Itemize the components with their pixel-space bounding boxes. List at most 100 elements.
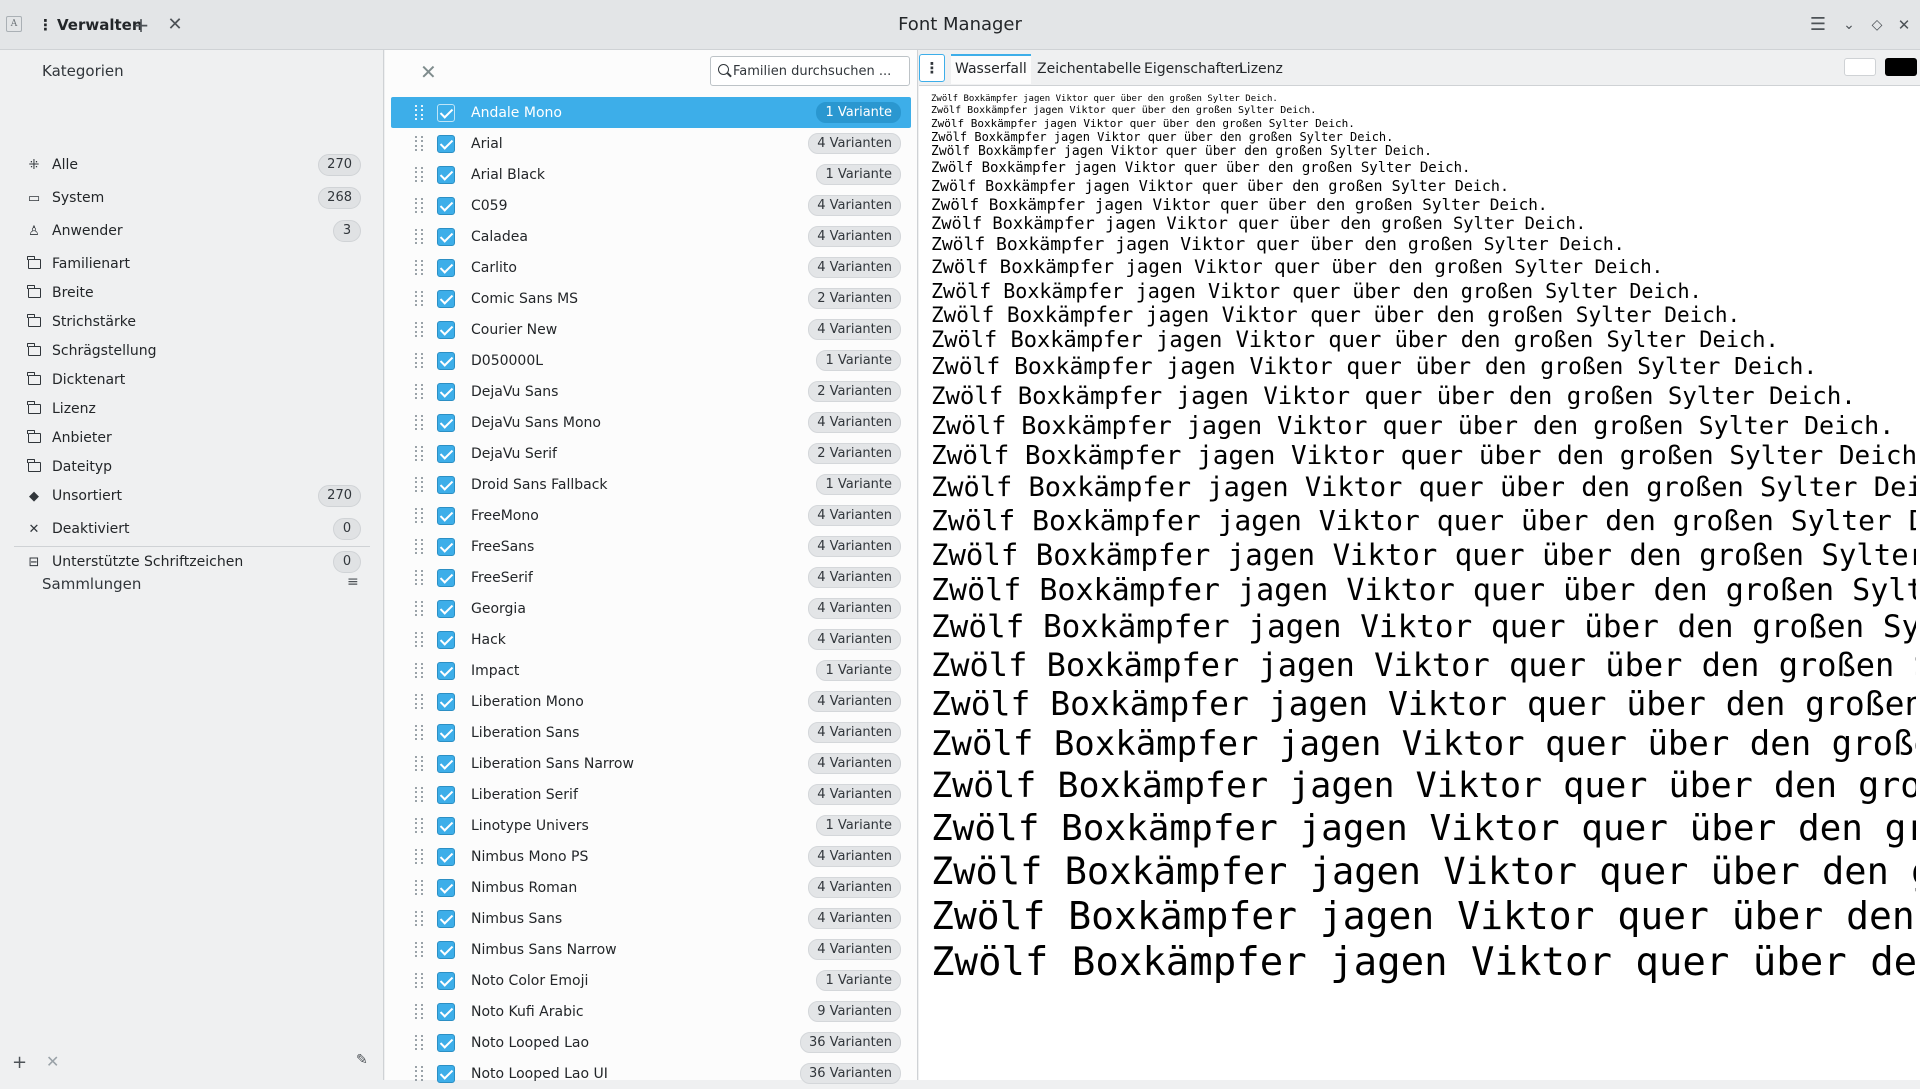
font-family-row[interactable]: Carlito 4 Varianten [391, 252, 911, 283]
font-family-row[interactable]: FreeMono 4 Varianten [391, 500, 911, 531]
maximize-icon[interactable]: ◇ [1864, 12, 1890, 38]
font-family-row[interactable]: DejaVu Sans Mono 4 Varianten [391, 407, 911, 438]
foreground-color-swatch[interactable] [1885, 58, 1917, 76]
background-color-swatch[interactable] [1844, 58, 1876, 76]
font-family-row[interactable]: Hack 4 Varianten [391, 624, 911, 655]
font-family-row[interactable]: Noto Looped Lao UI 36 Varianten [391, 1058, 911, 1089]
drag-handle-icon[interactable] [415, 1034, 423, 1051]
font-enabled-checkbox[interactable] [437, 537, 455, 556]
font-enabled-checkbox[interactable] [437, 816, 455, 835]
font-enabled-checkbox[interactable] [437, 196, 455, 215]
drag-handle-icon[interactable] [415, 290, 423, 307]
remove-collection-icon[interactable]: ✕ [46, 1052, 59, 1071]
font-enabled-checkbox[interactable] [437, 382, 455, 401]
font-enabled-checkbox[interactable] [437, 227, 455, 246]
font-family-row[interactable]: Impact 1 Variante [391, 655, 911, 686]
sidebar-category-item[interactable]: Anbieter [26, 423, 361, 453]
sidebar-category-item[interactable]: Lizenz [26, 394, 361, 424]
drag-handle-icon[interactable] [415, 321, 423, 338]
font-enabled-checkbox[interactable] [437, 847, 455, 866]
drag-handle-icon[interactable] [415, 135, 423, 152]
drag-handle-icon[interactable] [415, 569, 423, 586]
font-enabled-checkbox[interactable] [437, 1033, 455, 1052]
drag-handle-icon[interactable] [415, 693, 423, 710]
font-enabled-checkbox[interactable] [437, 413, 455, 432]
window-close-icon[interactable]: ✕ [1891, 12, 1917, 38]
add-icon[interactable]: + [128, 12, 154, 38]
font-family-row[interactable]: Caladea 4 Varianten [391, 221, 911, 252]
font-enabled-checkbox[interactable] [437, 475, 455, 494]
drag-handle-icon[interactable] [415, 817, 423, 834]
font-enabled-checkbox[interactable] [437, 165, 455, 184]
tab-eigenschaften[interactable]: Eigenschaften [1140, 56, 1247, 82]
drag-handle-icon[interactable] [415, 1003, 423, 1020]
clear-selection-icon[interactable]: ✕ [420, 60, 437, 84]
drag-handle-icon[interactable] [415, 104, 423, 121]
font-family-row[interactable]: Liberation Serif 4 Varianten [391, 779, 911, 810]
tab-wasserfall[interactable]: Wasserfall [951, 54, 1031, 84]
minimize-icon[interactable]: ⌄ [1836, 12, 1862, 38]
sidebar-category-item[interactable]: Dicktenart [26, 365, 361, 395]
drag-handle-icon[interactable] [415, 507, 423, 524]
drag-handle-icon[interactable] [415, 941, 423, 958]
font-enabled-checkbox[interactable] [437, 506, 455, 525]
drag-handle-icon[interactable] [415, 631, 423, 648]
drag-handle-icon[interactable] [415, 786, 423, 803]
font-enabled-checkbox[interactable] [437, 754, 455, 773]
font-family-row[interactable]: D050000L 1 Variante [391, 345, 911, 376]
edit-collection-icon[interactable]: ✎ [356, 1052, 368, 1068]
font-family-row[interactable]: FreeSerif 4 Varianten [391, 562, 911, 593]
font-family-row[interactable]: DejaVu Sans 2 Varianten [391, 376, 911, 407]
font-family-row[interactable]: Nimbus Sans 4 Varianten [391, 903, 911, 934]
drag-handle-icon[interactable] [415, 755, 423, 772]
sidebar-category-item[interactable]: Breite [26, 278, 361, 308]
font-enabled-checkbox[interactable] [437, 103, 455, 122]
font-enabled-checkbox[interactable] [437, 568, 455, 587]
font-enabled-checkbox[interactable] [437, 289, 455, 308]
add-collection-icon[interactable]: + [12, 1052, 27, 1073]
font-enabled-checkbox[interactable] [437, 940, 455, 959]
sidebar-category-item[interactable]: ⁜ Alle 270 [26, 150, 361, 180]
sidebar-category-item[interactable]: Dateityp [26, 452, 361, 482]
font-family-row[interactable]: Comic Sans MS 2 Varianten [391, 283, 911, 314]
font-enabled-checkbox[interactable] [437, 351, 455, 370]
font-family-row[interactable]: Liberation Sans Narrow 4 Varianten [391, 748, 911, 779]
drag-handle-icon[interactable] [415, 972, 423, 989]
font-family-row[interactable]: Arial 4 Varianten [391, 128, 911, 159]
sidebar-category-item[interactable]: Strichstärke [26, 307, 361, 337]
font-family-row[interactable]: Noto Kufi Arabic 9 Varianten [391, 996, 911, 1027]
close-x-icon[interactable]: ✕ [162, 12, 188, 38]
font-enabled-checkbox[interactable] [437, 909, 455, 928]
font-family-row[interactable]: Andale Mono 1 Variante [391, 97, 911, 128]
sidebar-category-item[interactable]: ⊟ Unterstützte Schriftzeichen 0 [26, 547, 361, 577]
drag-handle-icon[interactable] [415, 259, 423, 276]
drag-handle-icon[interactable] [415, 166, 423, 183]
sidebar-category-item[interactable]: Schrägstellung [26, 336, 361, 366]
font-family-row[interactable]: C059 4 Varianten [391, 190, 911, 221]
font-enabled-checkbox[interactable] [437, 692, 455, 711]
drag-handle-icon[interactable] [415, 662, 423, 679]
font-enabled-checkbox[interactable] [437, 599, 455, 618]
drag-handle-icon[interactable] [415, 197, 423, 214]
font-family-row[interactable]: Droid Sans Fallback 1 Variante [391, 469, 911, 500]
font-family-row[interactable]: Nimbus Sans Narrow 4 Varianten [391, 934, 911, 965]
sidebar-category-item[interactable]: Familienart [26, 249, 361, 279]
drag-handle-icon[interactable] [415, 1065, 423, 1082]
sidebar-category-item[interactable]: ◆ Unsortiert 270 [26, 481, 361, 511]
sidebar-category-item[interactable]: ▭ System 268 [26, 183, 361, 213]
drag-handle-icon[interactable] [415, 538, 423, 555]
font-family-row[interactable]: Arial Black 1 Variante [391, 159, 911, 190]
family-search-input[interactable] [710, 56, 910, 86]
font-family-row[interactable]: Georgia 4 Varianten [391, 593, 911, 624]
drag-handle-icon[interactable] [415, 910, 423, 927]
font-enabled-checkbox[interactable] [437, 320, 455, 339]
font-family-row[interactable]: Liberation Sans 4 Varianten [391, 717, 911, 748]
sidebar-category-item[interactable]: ♙ Anwender 3 [26, 216, 361, 246]
font-enabled-checkbox[interactable] [437, 134, 455, 153]
sort-collections-icon[interactable]: ≡ [347, 574, 359, 590]
font-enabled-checkbox[interactable] [437, 630, 455, 649]
drag-handle-icon[interactable] [415, 383, 423, 400]
drag-handle-icon[interactable] [415, 476, 423, 493]
font-family-row[interactable]: Linotype Univers 1 Variante [391, 810, 911, 841]
font-family-row[interactable]: Noto Looped Lao 36 Varianten [391, 1027, 911, 1058]
